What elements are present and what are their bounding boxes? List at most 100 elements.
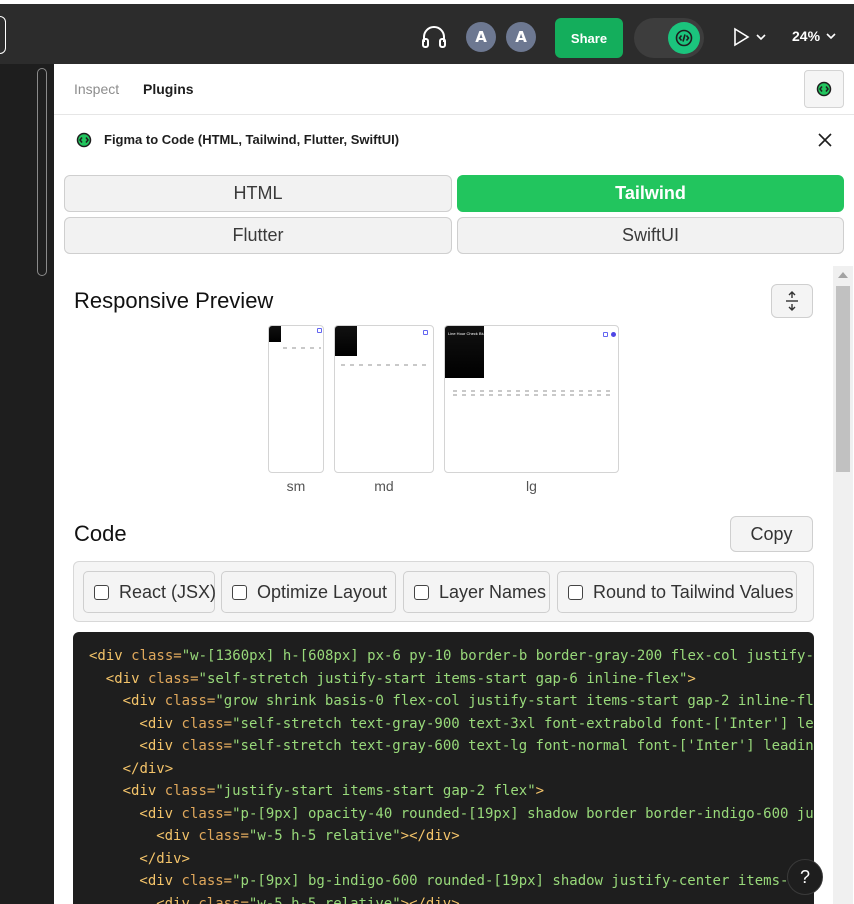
code-token-attr: class= <box>173 805 233 822</box>
tab-inspect[interactable]: Inspect <box>74 81 119 97</box>
code-token-attr: class= <box>189 895 249 904</box>
dev-mode-toggle[interactable] <box>634 18 704 58</box>
checkbox[interactable] <box>414 584 429 600</box>
copy-button[interactable]: Copy <box>730 516 813 552</box>
code-line: <div class="p-[9px] bg-indigo-600 rounde… <box>89 873 805 889</box>
framework-tailwind-button[interactable]: Tailwind <box>457 175 844 212</box>
help-button[interactable]: ? <box>787 859 823 895</box>
avatar[interactable]: A <box>466 22 496 52</box>
code-token-close: ></div> <box>400 828 460 844</box>
preview-mini-dot <box>611 332 616 337</box>
code-line: <div class="self-stretch text-gray-600 t… <box>89 738 814 754</box>
preview-frame-sm <box>268 325 324 473</box>
option-optimize-layout[interactable]: Optimize Layout <box>221 571 396 613</box>
preview-label-md: md <box>374 478 394 494</box>
code-token-value: "self-stretch justify-start items-start … <box>198 670 688 687</box>
preview-placeholder-row <box>453 390 613 392</box>
plugin-icon <box>76 132 92 152</box>
zoom-level: 24% <box>792 28 821 44</box>
code-token-tag: <div <box>139 805 174 822</box>
expand-icon <box>786 291 798 311</box>
checkbox[interactable] <box>94 584 109 600</box>
code-token-value: "justify-start items-start gap-2 flex" <box>215 783 536 799</box>
code-line: <div class="w-5 h-5 relative"></div> <box>89 895 459 904</box>
preview-placeholder-row <box>283 347 321 349</box>
framework-swiftui-button[interactable]: SwiftUI <box>457 217 844 254</box>
scroll-up-icon[interactable] <box>838 272 848 278</box>
code-token-tag: <div <box>139 738 174 754</box>
code-line: <div class="grow shrink basis-0 flex-col… <box>89 693 814 709</box>
code-token-attr: class= <box>122 648 182 664</box>
preview-mini-button <box>317 328 322 333</box>
plugin-title: Figma to Code (HTML, Tailwind, Flutter, … <box>104 132 400 147</box>
code-token-tag: <div <box>105 670 140 687</box>
zoom-control[interactable]: 24% <box>792 28 836 44</box>
code-token-value: "self-stretch text-gray-600 text-lg font… <box>232 738 814 754</box>
code-title: Code <box>74 521 127 546</box>
preview-placeholder-row <box>341 364 429 366</box>
checkbox[interactable] <box>568 584 583 600</box>
responsive-preview-title: Responsive Preview <box>74 288 274 313</box>
code-token-tag: <div <box>122 783 157 799</box>
top-toolbar: A A Share 24% <box>0 0 854 64</box>
option-label: Round to Tailwind Values <box>593 581 794 602</box>
preview-frame-md <box>334 325 434 473</box>
option-label: Optimize Layout <box>257 581 388 602</box>
code-token-tag: <div <box>139 873 174 889</box>
chevron-down-icon <box>826 33 836 40</box>
code-token-attr: class= <box>156 783 216 799</box>
code-token-tag: <div <box>156 828 190 844</box>
preview-label-lg: lg <box>526 478 537 494</box>
framework-html-button[interactable]: HTML <box>64 175 452 212</box>
code-line: </div> <box>89 761 174 777</box>
code-token-attr: class= <box>173 873 233 889</box>
scroll-thumb[interactable] <box>836 286 850 472</box>
preview-mini-button <box>423 330 428 335</box>
code-token-close: > <box>535 783 545 799</box>
share-button[interactable]: Share <box>555 18 623 58</box>
preview-label-sm: sm <box>286 478 306 494</box>
code-token-value: "p-[9px] opacity-40 rounded-[19px] shado… <box>232 805 814 822</box>
play-icon <box>734 27 750 47</box>
preview-placeholder-row <box>453 394 613 396</box>
code-line: <div class="w-[1360px] h-[608px] px-6 py… <box>89 648 814 664</box>
code-token-tag: <div <box>139 715 174 732</box>
tab-plugins[interactable]: Plugins <box>143 81 194 97</box>
code-line: <div class="self-stretch justify-start i… <box>89 671 696 687</box>
checkbox[interactable] <box>232 584 247 600</box>
close-icon[interactable] <box>816 131 834 149</box>
code-line: </div> <box>89 851 190 867</box>
present-button[interactable] <box>730 26 770 48</box>
framework-flutter-button[interactable]: Flutter <box>64 217 452 254</box>
code-token-value: "w-[1360px] h-[608px] px-6 py-10 border-… <box>181 648 814 664</box>
code-token-value: "w-5 h-5 relative" <box>248 828 401 844</box>
code-token-attr: class= <box>139 670 199 687</box>
code-token-tag: <div <box>89 648 123 664</box>
option-react-jsx[interactable]: React (JSX) <box>83 571 217 613</box>
code-token-value: "grow shrink basis-0 flex-col justify-st… <box>215 693 814 709</box>
plugin-icon <box>816 81 832 97</box>
expand-button[interactable] <box>771 284 813 318</box>
panel-scrollbar[interactable] <box>833 266 853 904</box>
avatar[interactable]: A <box>506 22 536 52</box>
option-label: React (JSX) <box>119 581 217 602</box>
code-token-value: "w-5 h-5 relative" <box>248 895 401 904</box>
option-round-tailwind-values[interactable]: Round to Tailwind Values <box>557 571 797 613</box>
option-layer-names[interactable]: Layer Names <box>403 571 550 613</box>
code-line: <div class="p-[9px] opacity-40 rounded-[… <box>89 806 814 822</box>
code-token-attr: class= <box>173 715 233 732</box>
preview-mini-button <box>603 332 608 337</box>
preview-image <box>335 326 357 356</box>
code-token-tag: </div> <box>139 850 190 867</box>
code-token-attr: class= <box>173 738 233 754</box>
plugin-run-button[interactable] <box>804 70 844 108</box>
option-label: Layer Names <box>439 581 547 602</box>
headphones-icon[interactable] <box>420 24 448 50</box>
code-output[interactable]: <div class="w-[1360px] h-[608px] px-6 py… <box>73 632 814 904</box>
code-line: <div class="justify-start items-start ga… <box>89 783 544 799</box>
plugin-header: Figma to Code (HTML, Tailwind, Flutter, … <box>54 115 854 165</box>
left-scrollbar[interactable] <box>37 68 47 276</box>
toolbar-left-edge[interactable] <box>0 16 6 54</box>
preview-frame-lg: Line Hour Check Bluezy Bute <box>444 325 619 473</box>
code-token-value: "self-stretch text-gray-900 text-3xl fon… <box>232 715 814 732</box>
